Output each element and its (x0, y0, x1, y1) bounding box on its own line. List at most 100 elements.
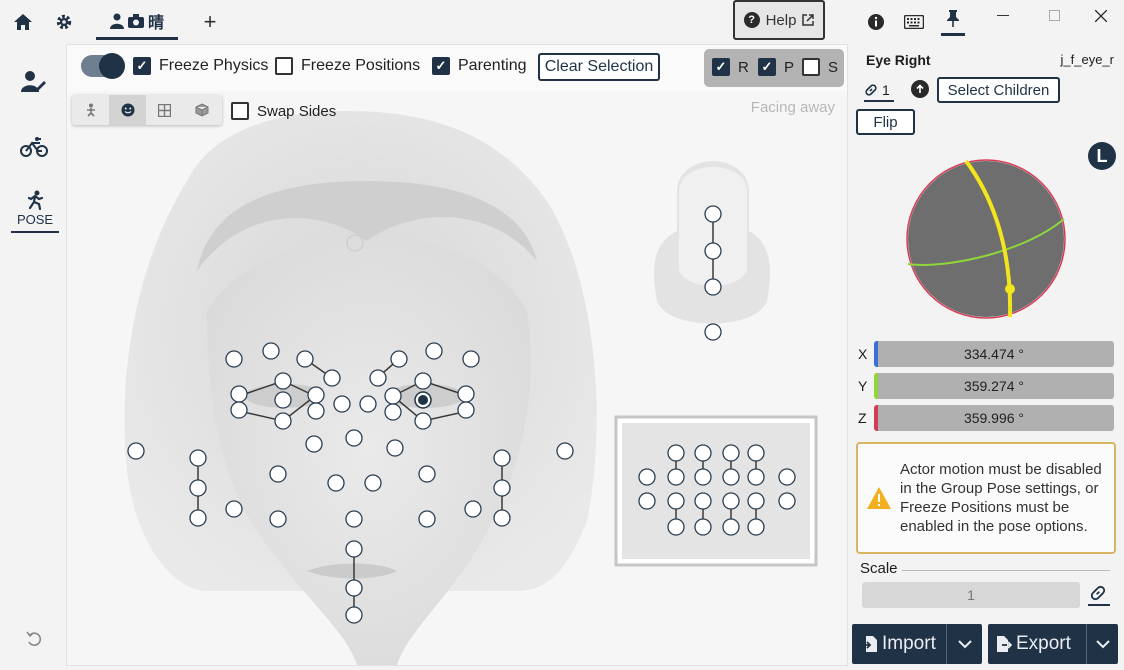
camera-icon (127, 13, 144, 28)
checkbox-box (231, 102, 249, 120)
pose-toolbar: ✓ Freeze Physics Freeze Positions ✓ Pare… (67, 45, 847, 89)
pin-icon[interactable] (941, 4, 965, 36)
help-icon: ? (743, 12, 760, 28)
checkbox-box (802, 58, 820, 76)
body-icon (86, 103, 95, 117)
facing-label: Facing away (750, 99, 835, 116)
bone-title: Eye Right (866, 52, 931, 68)
rotation-gizmo[interactable] (902, 159, 1072, 319)
rotation-x-value: 334.474 ° (963, 346, 1025, 362)
rail-actor-edit[interactable] (10, 70, 58, 94)
minimize-icon[interactable] (983, 4, 1023, 28)
parenting-checkbox[interactable]: ✓ Parenting (432, 57, 527, 75)
rotation-y-value: 359.274 ° (963, 378, 1025, 394)
space-badge[interactable]: L (1088, 142, 1116, 170)
view-body-button[interactable] (72, 95, 109, 125)
view-face-button[interactable] (109, 95, 146, 125)
scale-link-icon[interactable] (1088, 584, 1110, 606)
home-icon[interactable] (11, 10, 35, 34)
help-label: Help (765, 11, 797, 29)
import-label: Import (882, 633, 936, 654)
rail-reset[interactable] (10, 630, 58, 648)
warning-text: Actor motion must be disabled in the Gro… (900, 461, 1102, 535)
divider (902, 570, 1110, 571)
add-tab-icon[interactable]: + (198, 9, 222, 34)
link-count-button[interactable]: 1 (864, 80, 894, 102)
rail-pose[interactable]: POSE (11, 190, 59, 233)
top-bar: 晴 + ? Help (0, 0, 1124, 44)
export-label: Export (1016, 633, 1071, 654)
face-icon (121, 103, 134, 117)
parenting-label: Parenting (458, 57, 527, 74)
axis-filter-group: ✓ R ✓ P S (704, 49, 844, 87)
link-icon (865, 84, 877, 96)
scale-label: Scale (860, 560, 898, 577)
swap-sides-label: Swap Sides (257, 102, 337, 120)
actor-motion-toggle[interactable] (81, 53, 125, 79)
p-label: P (784, 58, 795, 76)
face-silhouette (124, 111, 818, 665)
flip-button[interactable]: Flip (856, 109, 915, 135)
check-icon: ✓ (432, 57, 450, 75)
bone-properties-panel: Eye Right j_f_eye_r 1 Select Children Fl… (852, 44, 1120, 670)
rotation-y-row: Y 359.274 ° (858, 372, 1114, 400)
check-icon: ✓ (712, 58, 730, 76)
freeze-physics-label: Freeze Physics (159, 57, 269, 74)
keyboard-icon[interactable] (902, 10, 926, 34)
tab-label: 晴 (147, 14, 164, 32)
chevron-down-icon[interactable] (1096, 639, 1110, 649)
external-link-icon (802, 14, 815, 26)
import-button[interactable]: Import (852, 624, 982, 664)
clear-selection-button[interactable]: Clear Selection (538, 53, 660, 81)
view-mode-group (72, 95, 222, 125)
parent-arrow-icon[interactable] (911, 80, 929, 98)
help-button[interactable]: ? Help (733, 0, 825, 40)
swap-sides-checkbox[interactable]: Swap Sides (231, 102, 336, 120)
rotation-y-field[interactable]: 359.274 ° (874, 373, 1114, 399)
cube-icon (195, 103, 208, 117)
z-label: Z (858, 410, 867, 426)
gear-icon[interactable] (52, 10, 76, 34)
face-viewport[interactable]: Swap Sides Facing away (67, 91, 847, 665)
maximize-icon[interactable] (1035, 4, 1075, 28)
rail-motion[interactable] (10, 136, 58, 158)
left-rail: POSE (0, 44, 64, 670)
export-icon (997, 636, 1012, 652)
select-children-button[interactable]: Select Children (937, 77, 1060, 103)
view-object-button[interactable] (183, 95, 220, 125)
freeze-physics-checkbox[interactable]: ✓ Freeze Physics (133, 57, 268, 75)
freeze-positions-checkbox[interactable]: Freeze Positions (275, 57, 420, 75)
person-icon (109, 13, 124, 29)
check-icon: ✓ (133, 57, 151, 75)
rotation-z-row: Z 359.996 ° (858, 404, 1114, 432)
running-person-icon (27, 190, 44, 210)
export-button[interactable]: Export (988, 624, 1118, 664)
tab-actor[interactable]: 晴 (96, 4, 178, 40)
info-icon[interactable] (864, 10, 888, 34)
rotation-z-field[interactable]: 359.996 ° (874, 405, 1114, 431)
rotation-x-field[interactable]: 334.474 ° (874, 341, 1114, 367)
chevron-down-icon[interactable] (958, 639, 972, 649)
import-icon (862, 636, 877, 652)
rail-pose-label: POSE (16, 212, 54, 227)
undo-icon (26, 631, 42, 646)
scale-field[interactable]: 1 (862, 582, 1080, 608)
rotation-x-row: X 334.474 ° (858, 340, 1114, 368)
close-icon[interactable] (1081, 4, 1121, 28)
r-label: R (738, 58, 749, 76)
y-label: Y (858, 378, 868, 394)
grid-icon (158, 103, 171, 117)
checkbox-box (275, 57, 293, 75)
link-count: 1 (882, 82, 890, 98)
p-checkbox[interactable]: ✓ P (758, 58, 794, 76)
bicycle-icon (20, 137, 48, 157)
r-checkbox[interactable]: ✓ R (712, 58, 749, 76)
view-grid-button[interactable] (146, 95, 183, 125)
warning-icon (867, 487, 891, 509)
s-checkbox[interactable]: S (802, 58, 838, 76)
person-edit-icon (21, 71, 46, 92)
rotation-z-value: 359.996 ° (963, 410, 1025, 426)
x-label: X (858, 346, 868, 362)
freeze-positions-label: Freeze Positions (301, 57, 421, 74)
warning-box: Actor motion must be disabled in the Gro… (856, 442, 1116, 554)
